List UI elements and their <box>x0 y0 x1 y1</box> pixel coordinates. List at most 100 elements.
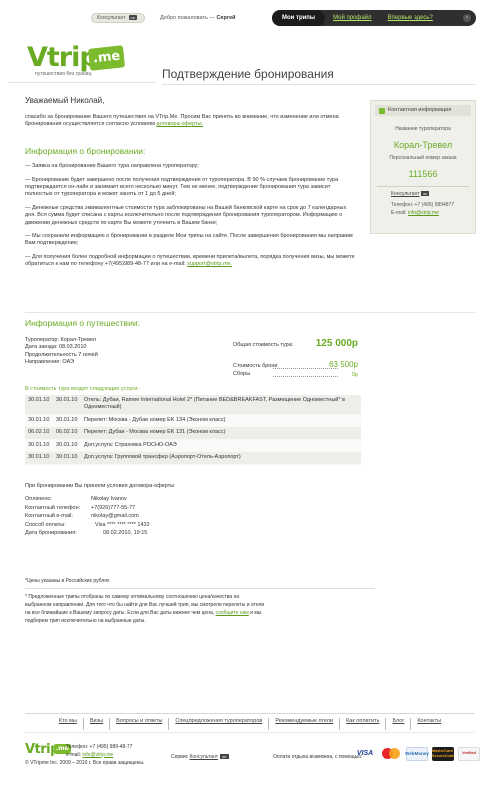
sidebar-consultant-link[interactable]: Консультант <box>391 191 420 197</box>
detail-value: nikolay@gmail.com <box>91 513 139 520</box>
mastercard-securecode-logo: MasterCard SecureCode <box>432 747 454 761</box>
footer-divider-2 <box>25 732 475 733</box>
service-description: Отель: Дубаи, Ramee International Hotel … <box>81 395 361 415</box>
footer-link-how-to-pay[interactable]: Как оплатить <box>340 718 387 730</box>
table-row: 30.01.10 30.01.10 Перелет: Москва - Дуба… <box>25 414 361 428</box>
contact-info-header: Контактная информация <box>375 105 471 116</box>
booking-price-row: Стоимость брони 63 500р <box>233 357 358 371</box>
visa-logo: VISA <box>356 750 374 758</box>
sidebar-phone: Телефон: +7 (495) 9894877 <box>391 201 455 208</box>
detail-label: Контактный телефон: <box>25 504 81 511</box>
trip-duration: Продолжительность 7 ночей <box>25 351 98 358</box>
booking-price-value: 63 500р <box>329 360 358 370</box>
footer-email-row: e-mail: info@vtrip.me <box>66 752 132 760</box>
title-divider <box>162 84 476 85</box>
sidebar-email-row: E-mail: info@vtrip.me <box>371 210 475 217</box>
payment-text: Оплата отдыха возможна, с помощью: <box>273 754 363 760</box>
offer-agreement-link[interactable]: договора-оферты. <box>156 121 203 127</box>
detail-value: Nikolay Ivanov <box>91 496 127 502</box>
service-date-to: 30.01.10 <box>53 395 81 415</box>
services-table: 30.01.10 30.01.10 Отель: Дубаи, Ramee In… <box>25 395 361 465</box>
sidebar-consultant-badge: on <box>420 190 430 196</box>
service-description: Доп.услуга: Групповой трансфер (Аэропорт… <box>81 451 361 465</box>
footer-link-faq[interactable]: Вопросы и ответы <box>110 718 170 730</box>
footer-divider <box>25 713 475 714</box>
fees-row: Сборы 0р <box>233 371 358 379</box>
detail-row: Дата бронирования: 08.02.2010, 19:15 <box>25 530 245 539</box>
username[interactable]: Сергей <box>216 15 235 21</box>
contact-us-link[interactable]: сообщите нам <box>216 610 249 616</box>
total-price-value: 125 000р <box>315 337 358 349</box>
user-nav: Мои трипы Мой профайл Впервые здесь? × <box>272 10 476 26</box>
service-date-to: 30.01.10 <box>53 439 81 453</box>
intro-text: спасибо за бронирование Вашего путешеств… <box>25 114 353 129</box>
sidebar-email-link[interactable]: info@vtrip.me <box>408 210 439 216</box>
detail-label: Способ оплаты: <box>25 521 66 528</box>
booking-info-item: — Для получения более подробной информац… <box>25 254 355 269</box>
footer-link-blog[interactable]: Блог <box>386 718 412 730</box>
footer-service: Сервис Консультант on <box>171 754 229 761</box>
footer-link-special-offers[interactable]: Спецпредложения туроператоров <box>169 718 270 730</box>
greeting: Уважаемый Николай, <box>25 96 105 105</box>
footer-nav: Кто мы Визы Вопросы и ответы Спецпредлож… <box>0 718 500 730</box>
booking-info-heading: Информация о бронировании: <box>25 145 146 156</box>
site-logo[interactable]: Vtrip .me путешествия без границ <box>27 40 142 80</box>
sidebar-consultant[interactable]: Консультант on <box>371 190 475 198</box>
service-date-to: 30.01.10 <box>53 414 81 428</box>
detail-label: Дата бронирования: <box>25 530 77 537</box>
sidebar-email-label: E-mail: <box>391 210 408 217</box>
logo-suffix: .me <box>87 45 126 71</box>
webmoney-logo: WebMoney <box>405 747 429 761</box>
service-description: Перелет: Дубаи - Москва номер EK 131 (Эк… <box>81 426 361 440</box>
support-email-link[interactable]: support@vtrip.me. <box>187 261 232 267</box>
trip-selection-note: * Предложенные трипы отобраны по самому … <box>25 593 265 625</box>
booking-info-list: — Заявка на бронирование Вашего тура нап… <box>25 163 355 269</box>
service-date-from: 30.01.10 <box>25 395 53 415</box>
footer-email-link[interactable]: info@vtrip.me <box>82 752 113 758</box>
consultant-toggle[interactable]: Консультант on <box>91 13 145 23</box>
logo-slogan: путешествия без границ <box>35 71 92 77</box>
service-date-from: 30.01.10 <box>25 414 53 428</box>
consultant-label: Консультант <box>97 15 126 21</box>
welcome-prefix: Добро пожаловать — <box>160 15 217 21</box>
top-bar: Консультант on Добро пожаловать — Сергей … <box>0 0 500 36</box>
verified-logo: Verified <box>458 747 480 761</box>
table-row: 30.01.10 30.01.10 Отель: Дубаи, Ramee In… <box>25 395 361 415</box>
footer-email-label: e-mail: <box>66 751 83 758</box>
detail-value: Visa **** **** **** 1432 <box>95 521 150 528</box>
footer-link-about[interactable]: Кто мы <box>53 718 84 730</box>
welcome-text: Добро пожаловать — Сергей <box>160 15 236 22</box>
contact-info-title: Контактная информация <box>388 106 452 113</box>
nav-first-time[interactable]: Впервые здесь? <box>380 14 441 22</box>
service-description: Перелет: Москва - Дубаи номер EK 134 (Эк… <box>81 414 361 428</box>
price-spacer <box>233 350 358 357</box>
nav-my-profile[interactable]: Мой профайл <box>325 14 379 22</box>
notes-divider <box>25 588 375 589</box>
booking-info-item: — Бронирование будет завершено после пол… <box>25 176 339 198</box>
footer-link-contacts[interactable]: Контакты <box>411 718 447 730</box>
close-icon[interactable]: × <box>463 14 471 22</box>
page-title: Подтверждение бронирования <box>162 67 334 81</box>
nav-my-trips[interactable]: Мои трипы <box>272 10 326 26</box>
operator-name: Корал-Тревел <box>393 139 453 150</box>
footer-consultant-link[interactable]: Консультант <box>190 754 219 760</box>
footer-logo[interactable]: Vtrip .me <box>25 741 71 759</box>
detail-label: Контактный e-mail: <box>25 513 73 520</box>
fees-label: Сборы <box>233 370 251 377</box>
sidebar-divider <box>377 185 469 187</box>
footer-link-hotels[interactable]: Рекомендуемые отели <box>269 718 341 730</box>
booking-info-item: — Мы сохранили информацию о бронировании… <box>25 233 353 247</box>
detail-value: +7(926)777-55-77 <box>91 504 136 511</box>
info-icon <box>379 107 385 114</box>
trip-info-heading: Информация о путешествии: <box>25 318 140 328</box>
order-number-label: Персональный номер заказа <box>389 154 457 161</box>
detail-row: Контактный e-mail: nikolay@gmail.com <box>25 513 245 522</box>
service-date-to: 30.01.10 <box>53 451 81 465</box>
mastercard-logo <box>380 747 402 761</box>
booking-info-item: — Денежные средства эквивалентные стоимо… <box>25 204 347 226</box>
footer-consultant-badge: on <box>220 754 229 760</box>
service-date-to: 06.02.10 <box>53 426 81 440</box>
footer-link-visas[interactable]: Визы <box>84 718 111 730</box>
service-date-from: 06.02.10 <box>25 426 53 440</box>
section-divider <box>25 312 475 313</box>
